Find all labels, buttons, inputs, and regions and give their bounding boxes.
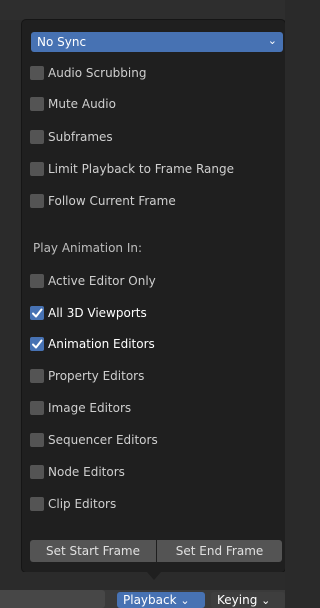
follow-current-frame-checkbox[interactable]: Follow Current Frame bbox=[28, 191, 280, 211]
checkbox-box bbox=[30, 369, 44, 383]
header-field[interactable] bbox=[0, 590, 105, 608]
set-start-frame-button[interactable]: Set Start Frame bbox=[30, 540, 156, 562]
keying-menu-button[interactable]: Keying ⌄ bbox=[211, 592, 285, 608]
clip-editors-checkbox[interactable]: Clip Editors bbox=[28, 494, 280, 514]
checkbox-label: Limit Playback to Frame Range bbox=[48, 162, 235, 176]
chevron-down-icon: ⌄ bbox=[267, 34, 277, 47]
mute-audio-checkbox[interactable]: Mute Audio bbox=[28, 94, 280, 114]
checkbox-label: All 3D Viewports bbox=[48, 306, 147, 320]
checkbox-box bbox=[30, 97, 44, 111]
checkmark-icon bbox=[32, 339, 43, 349]
active-editor-only-checkbox[interactable]: Active Editor Only bbox=[28, 271, 280, 291]
checkbox-label: Node Editors bbox=[48, 465, 125, 479]
checkbox-box bbox=[30, 66, 44, 80]
checkbox-box bbox=[30, 274, 44, 288]
checkbox-label: Active Editor Only bbox=[48, 274, 156, 288]
chevron-down-icon: ⌄ bbox=[180, 594, 190, 607]
checkbox-label: Audio Scrubbing bbox=[48, 66, 147, 80]
limit-playback-checkbox[interactable]: Limit Playback to Frame Range bbox=[28, 159, 280, 179]
checkbox-label: Mute Audio bbox=[48, 97, 116, 111]
top-strip bbox=[0, 0, 285, 20]
checkbox-box bbox=[30, 306, 44, 320]
checkbox-label: Property Editors bbox=[48, 369, 145, 383]
checkbox-box bbox=[30, 194, 44, 208]
checkbox-label: Clip Editors bbox=[48, 497, 117, 511]
sync-mode-value: No Sync bbox=[37, 35, 87, 49]
popover-pointer bbox=[147, 572, 161, 580]
checkbox-label: Sequencer Editors bbox=[48, 433, 158, 447]
checkbox-label: Image Editors bbox=[48, 401, 132, 415]
checkbox-label: Follow Current Frame bbox=[48, 194, 176, 208]
node-editors-checkbox[interactable]: Node Editors bbox=[28, 462, 280, 482]
property-editors-checkbox[interactable]: Property Editors bbox=[28, 366, 280, 386]
playback-popover-screen: No Sync ⌄ Audio Scrubbing Mute Audio Sub… bbox=[0, 0, 285, 608]
checkbox-box bbox=[30, 465, 44, 479]
sync-mode-dropdown[interactable]: No Sync ⌄ bbox=[31, 32, 283, 52]
keying-menu-label: Keying bbox=[217, 593, 258, 607]
checkbox-label: Animation Editors bbox=[48, 337, 155, 351]
all-3d-viewports-checkbox[interactable]: All 3D Viewports bbox=[28, 303, 280, 323]
subframes-checkbox[interactable]: Subframes bbox=[28, 127, 280, 147]
animation-editors-checkbox[interactable]: Animation Editors bbox=[28, 334, 280, 354]
checkbox-label: Subframes bbox=[48, 130, 113, 144]
checkbox-box bbox=[30, 401, 44, 415]
playback-menu-button[interactable]: Playback ⌄ bbox=[117, 592, 205, 608]
checkbox-box bbox=[30, 337, 44, 351]
checkbox-box bbox=[30, 130, 44, 144]
checkmark-icon bbox=[32, 308, 43, 318]
set-end-frame-button[interactable]: Set End Frame bbox=[157, 540, 282, 562]
checkbox-box bbox=[30, 497, 44, 511]
playback-menu-label: Playback bbox=[123, 593, 177, 607]
chevron-down-icon: ⌄ bbox=[261, 594, 271, 607]
checkbox-box bbox=[30, 433, 44, 447]
checkbox-box bbox=[30, 162, 44, 176]
audio-scrubbing-checkbox[interactable]: Audio Scrubbing bbox=[28, 63, 280, 83]
background-panel bbox=[0, 20, 22, 572]
image-editors-checkbox[interactable]: Image Editors bbox=[28, 398, 280, 418]
play-animation-heading: Play Animation In: bbox=[33, 241, 143, 255]
sequencer-editors-checkbox[interactable]: Sequencer Editors bbox=[28, 430, 280, 450]
